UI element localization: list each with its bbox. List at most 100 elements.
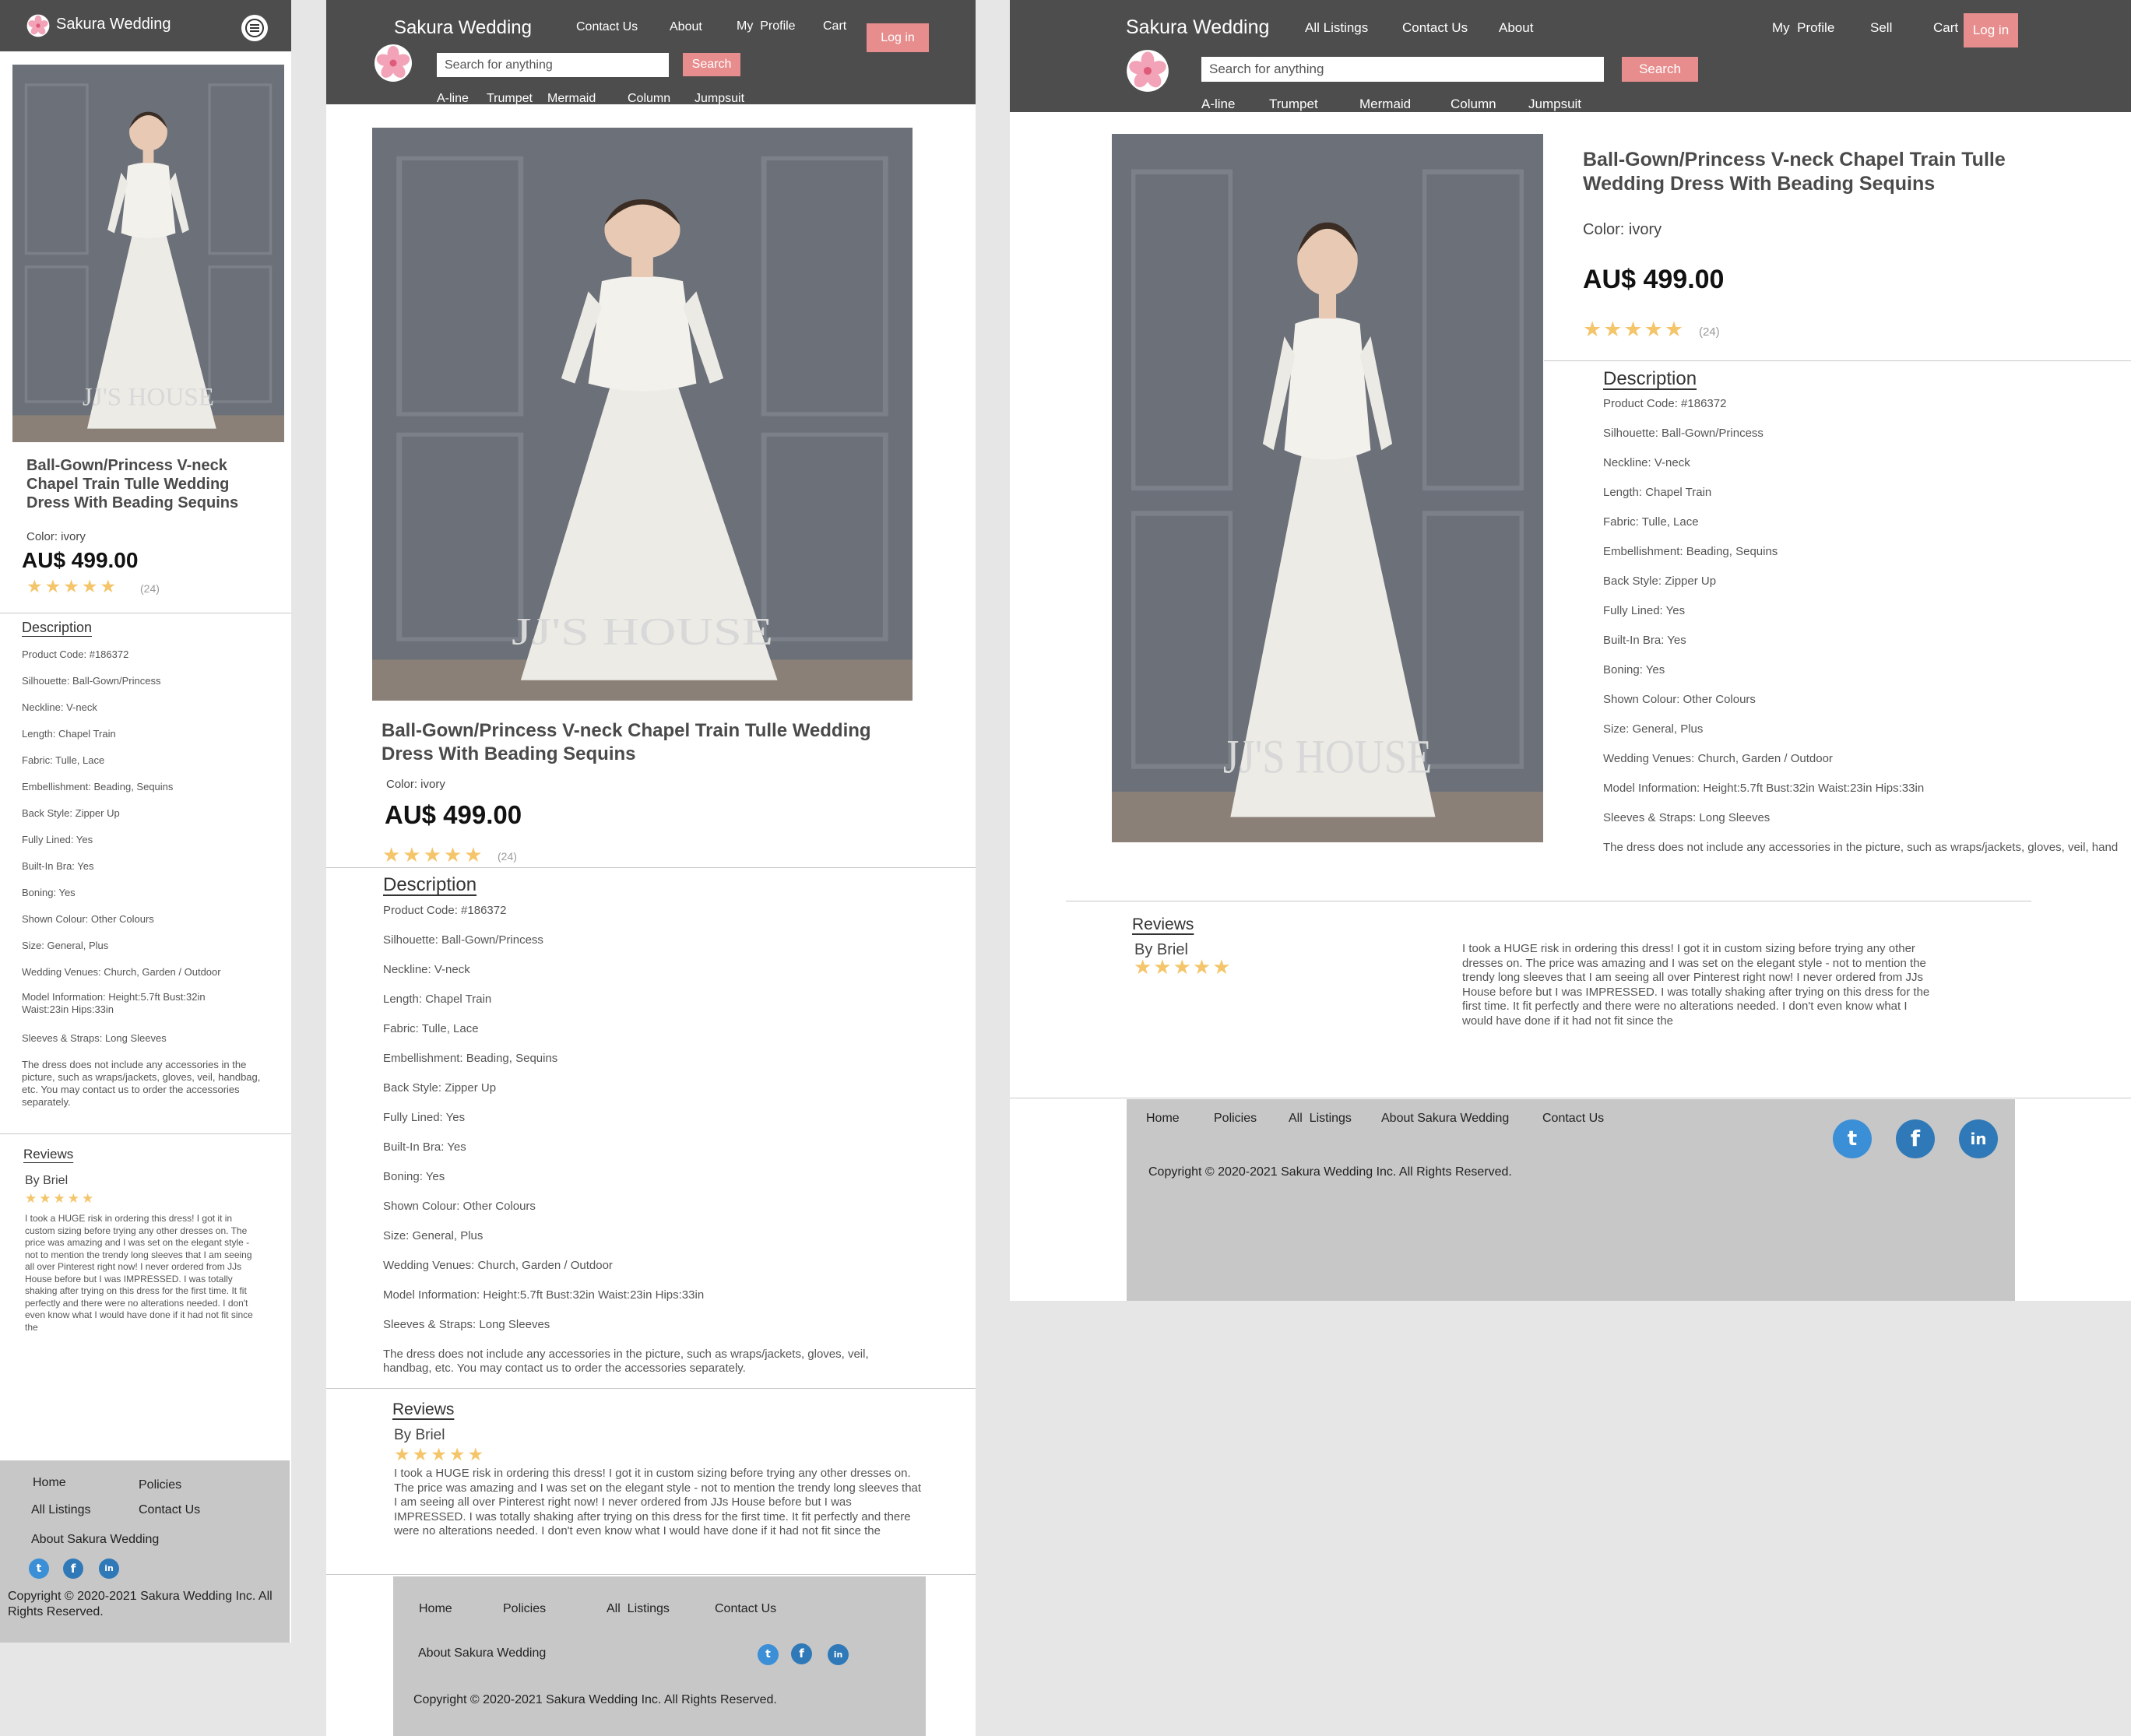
spec-item: Built-In Bra: Yes <box>1603 634 1686 647</box>
copyright: Copyright © 2020-2021 Sakura Wedding Inc… <box>8 1590 273 1618</box>
spec-item: Fabric: Tulle, Lace <box>383 1022 479 1035</box>
spec-item: Built-In Bra: Yes <box>22 860 94 872</box>
facebook-icon[interactable]: f <box>63 1559 83 1579</box>
spec-item: Boning: Yes <box>383 1170 445 1183</box>
spec-item: Wedding Venues: Church, Garden / Outdoor <box>1603 752 1833 765</box>
spec-item: Length: Chapel Train <box>383 993 492 1006</box>
category-column[interactable]: Column <box>1451 97 1496 112</box>
spec-item: Boning: Yes <box>22 887 76 898</box>
twitter-icon[interactable]: t <box>29 1559 49 1579</box>
facebook-icon[interactable]: f <box>791 1643 812 1664</box>
review-count[interactable]: (24) <box>1699 325 1720 339</box>
login-button[interactable]: Log in <box>1964 13 2018 47</box>
footer-link-contact[interactable]: Contact Us <box>139 1503 200 1517</box>
divider <box>0 1133 291 1134</box>
category-trumpet[interactable]: Trumpet <box>487 92 533 106</box>
spec-item: Shown Colour: Other Colours <box>383 1200 536 1213</box>
menu-icon[interactable] <box>241 15 268 41</box>
footer-link-policies[interactable]: Policies <box>139 1478 181 1492</box>
spec-item: Model Information: Height:5.7ft Bust:32i… <box>383 1288 705 1302</box>
product-image[interactable] <box>12 65 284 442</box>
spec-item: Wedding Venues: Church, Garden / Outdoor <box>383 1259 613 1272</box>
category-a-line[interactable]: A-line <box>1201 97 1235 112</box>
login-button[interactable]: Log in <box>867 23 929 52</box>
footer-link-about[interactable]: About Sakura Wedding <box>418 1646 546 1660</box>
product-image[interactable] <box>1112 134 1543 842</box>
linkedin-icon[interactable]: in <box>1959 1119 1998 1158</box>
reviews-heading: Reviews <box>23 1147 74 1161</box>
search-input[interactable] <box>437 53 669 77</box>
facebook-icon[interactable]: f <box>1896 1119 1935 1158</box>
spec-item: Silhouette: Ball-Gown/Princess <box>22 675 161 687</box>
sakura-logo-icon[interactable] <box>374 44 413 83</box>
footer-link-home[interactable]: Home <box>419 1602 452 1616</box>
twitter-icon[interactable]: t <box>1833 1119 1872 1158</box>
category-trumpet[interactable]: Trumpet <box>1269 97 1318 112</box>
spec-item: Fully Lined: Yes <box>383 1111 466 1124</box>
spec-item: Fully Lined: Yes <box>22 834 93 845</box>
divider <box>326 1574 976 1575</box>
review-count[interactable]: (24) <box>498 850 517 863</box>
footer-link-all-listings[interactable]: All Listings <box>1289 1112 1352 1126</box>
footer-link-about[interactable]: About Sakura Wedding <box>31 1533 159 1547</box>
category-jumpsuit[interactable]: Jumpsuit <box>1528 97 1581 112</box>
copyright: Copyright © 2020-2021 Sakura Wedding Inc… <box>1148 1165 1512 1179</box>
footer-link-contact[interactable]: Contact Us <box>715 1602 776 1616</box>
sakura-logo-icon[interactable] <box>1126 49 1169 93</box>
divider <box>326 867 976 868</box>
footer-link-all-listings[interactable]: All Listings <box>31 1503 90 1517</box>
spec-item: Fabric: Tulle, Lace <box>22 754 105 766</box>
review-text: I took a HUGE risk in ordering this dres… <box>1462 942 1930 1028</box>
nav-link-contact[interactable]: Contact Us <box>1402 20 1468 36</box>
brand-name[interactable]: Sakura Wedding <box>56 16 171 33</box>
nav-link-about[interactable]: About <box>1499 20 1533 36</box>
nav-link-all-listings[interactable]: All Listings <box>1305 20 1368 36</box>
nav-link-about[interactable]: About <box>670 20 702 34</box>
footer-link-all-listings[interactable]: All Listings <box>607 1602 670 1616</box>
star-icon: ★★★★★ <box>382 843 485 866</box>
product-title: Ball-Gown/Princess V-neck Chapel Train T… <box>26 457 239 511</box>
nav-link-my-profile[interactable]: My Profile <box>1772 20 1834 36</box>
footer-link-home[interactable]: Home <box>33 1476 66 1490</box>
sakura-logo-icon[interactable] <box>26 14 50 37</box>
spec-item: Size: General, Plus <box>383 1229 484 1242</box>
copyright: Copyright © 2020-2021 Sakura Wedding Inc… <box>413 1693 777 1706</box>
footer-link-home[interactable]: Home <box>1146 1112 1180 1126</box>
star-icon: ★★★★★ <box>1134 955 1233 979</box>
spec-item: Neckline: V-neck <box>22 701 97 713</box>
search-button[interactable]: Search <box>1622 57 1698 82</box>
category-a-line[interactable]: A-line <box>437 92 469 106</box>
brand-name[interactable]: Sakura Wedding <box>1126 16 1269 39</box>
nav-link-my-profile[interactable]: My Profile <box>737 19 796 33</box>
star-icon: ★★★★★ <box>1583 318 1686 341</box>
review-count[interactable]: (24) <box>140 582 160 595</box>
desktop-footer: Home Policies All Listings About Sakura … <box>1127 1099 2015 1301</box>
footer-link-policies[interactable]: Policies <box>1214 1112 1257 1126</box>
desktop-header: Sakura Wedding All Listings Contact Us A… <box>1010 0 2131 112</box>
footer-link-contact[interactable]: Contact Us <box>1542 1112 1604 1126</box>
product-color: Color: ivory <box>26 530 86 543</box>
brand-name[interactable]: Sakura Wedding <box>394 17 532 39</box>
category-mermaid[interactable]: Mermaid <box>1359 97 1411 112</box>
category-jumpsuit[interactable]: Jumpsuit <box>695 92 744 106</box>
twitter-icon[interactable]: t <box>758 1644 779 1665</box>
linkedin-icon[interactable]: in <box>828 1644 849 1665</box>
product-image[interactable] <box>372 128 913 701</box>
nav-link-cart[interactable]: Cart <box>1933 20 1958 36</box>
description-heading: Description <box>22 620 93 635</box>
linkedin-icon[interactable]: in <box>99 1559 119 1579</box>
footer-link-policies[interactable]: Policies <box>503 1602 546 1616</box>
search-button[interactable]: Search <box>683 53 740 76</box>
spec-item: Fabric: Tulle, Lace <box>1603 515 1699 529</box>
mobile-header: Sakura Wedding <box>0 0 291 51</box>
nav-link-cart[interactable]: Cart <box>823 19 846 33</box>
spec-item: Neckline: V-neck <box>383 963 470 976</box>
category-mermaid[interactable]: Mermaid <box>547 92 596 106</box>
nav-link-sell[interactable]: Sell <box>1870 20 1892 36</box>
search-input[interactable] <box>1201 57 1604 82</box>
category-column[interactable]: Column <box>628 92 670 106</box>
nav-link-contact[interactable]: Contact Us <box>576 20 638 34</box>
spec-item: Embellishment: Beading, Sequins <box>1603 545 1778 558</box>
spec-item: Built-In Bra: Yes <box>383 1140 466 1154</box>
footer-link-about[interactable]: About Sakura Wedding <box>1381 1112 1509 1126</box>
